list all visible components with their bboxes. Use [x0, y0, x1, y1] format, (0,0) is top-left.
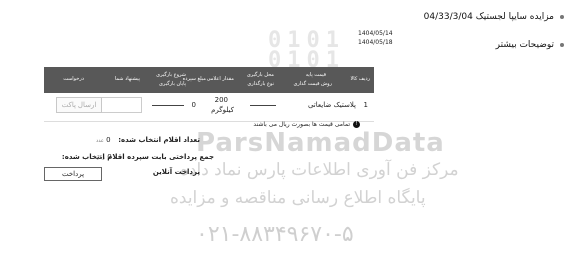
bullet-icon	[560, 43, 564, 47]
send-envelope-button[interactable]: ارسال پاکت	[56, 97, 102, 113]
bullet-icon	[560, 15, 564, 19]
selected-count-value-row: 0 عدد	[96, 136, 111, 144]
items-table: ردیف کالا قیمت پایه روش قیمت گذاری محل ب…	[44, 67, 374, 122]
watermark-line1: مرکز فن آوری اطلاعات پارس نماد داده	[180, 160, 459, 180]
row-unit: کیلوگرم	[211, 106, 234, 114]
auction-title-row[interactable]: مزایده سایپا لجستیک 04/33/3/04	[424, 12, 564, 22]
deposit-total-value: 0	[107, 153, 112, 161]
selected-count-row: تعداد اقلام انتخاب شده:	[118, 136, 200, 144]
header-base-price: قیمت پایه	[305, 72, 326, 78]
header-pricing-method: روش قیمت گذاری	[293, 81, 332, 87]
online-payment-label: پرداخت آنلاین	[152, 168, 200, 176]
header-quantity: مقدار اعلامی	[206, 76, 234, 82]
deposit-total-value-row: 0 ریال	[96, 153, 112, 161]
header-loading-end: پایان بارگیری	[159, 81, 186, 87]
watermark-phone: ۰۲۱-۸۸۳۴۹۶۷۰-۵	[196, 222, 354, 247]
header-request: درخواست	[63, 76, 84, 82]
more-details-row[interactable]: توضیحات بیشتر	[496, 40, 564, 50]
row-index: 1	[363, 101, 368, 109]
currency-note-row: ! تمامی قیمت ها بصورت ریال می باشند	[253, 121, 360, 128]
row-loading-dash	[250, 105, 276, 106]
table-header: ردیف کالا قیمت پایه روش قیمت گذاری محل ب…	[44, 67, 374, 93]
row-deposit: 0	[191, 101, 196, 109]
info-icon: !	[353, 121, 360, 128]
selected-count-label: تعداد اقلام انتخاب شده:	[118, 136, 200, 144]
selected-count-unit: عدد	[96, 138, 104, 144]
more-details-link[interactable]: توضیحات بیشتر	[496, 40, 554, 50]
header-your-offer: پیشنهاد شما	[114, 76, 140, 82]
deposit-total-row: جمع پرداختی بابت سپرده اقلام انتخاب شده:	[62, 153, 214, 161]
header-loading-place: محل بارگیری	[246, 72, 274, 78]
pay-button[interactable]: پرداخت	[44, 167, 102, 181]
currency-note: تمامی قیمت ها بصورت ریال می باشند	[253, 121, 350, 128]
table-row: 1 پلاستیک ضایعاتی 200 کیلوگرم 0 ارسال پا…	[44, 93, 374, 122]
header-deposit: مبلغ سپرده	[182, 76, 206, 82]
watermark-digits: 0101	[268, 28, 345, 53]
header-row-item: ردیف کالا	[350, 76, 370, 82]
header-loading-start: شروع بارگیری	[156, 72, 186, 78]
row-item-name: پلاستیک ضایعاتی	[307, 101, 356, 109]
deposit-total-label: جمع پرداختی بابت سپرده اقلام انتخاب شده:	[61, 153, 214, 161]
row-start-dash	[152, 105, 184, 106]
selected-count-value: 0	[106, 136, 111, 144]
watermark-line2: پایگاه اطلاع رسانی مناقصه و مزایده	[170, 188, 426, 208]
auction-title[interactable]: مزایده سایپا لجستیک 04/33/3/04	[424, 12, 554, 22]
row-quantity: 200	[214, 96, 228, 104]
header-loading-type: نوع بارگذاری	[247, 81, 274, 87]
deposit-total-unit: ریال	[96, 155, 105, 161]
row-offer-input[interactable]	[96, 97, 142, 113]
auction-date-start: 1404/05/14	[358, 30, 393, 37]
auction-date-end: 1404/05/18	[358, 39, 393, 46]
watermark-brand: ParsNamadData	[196, 128, 445, 158]
